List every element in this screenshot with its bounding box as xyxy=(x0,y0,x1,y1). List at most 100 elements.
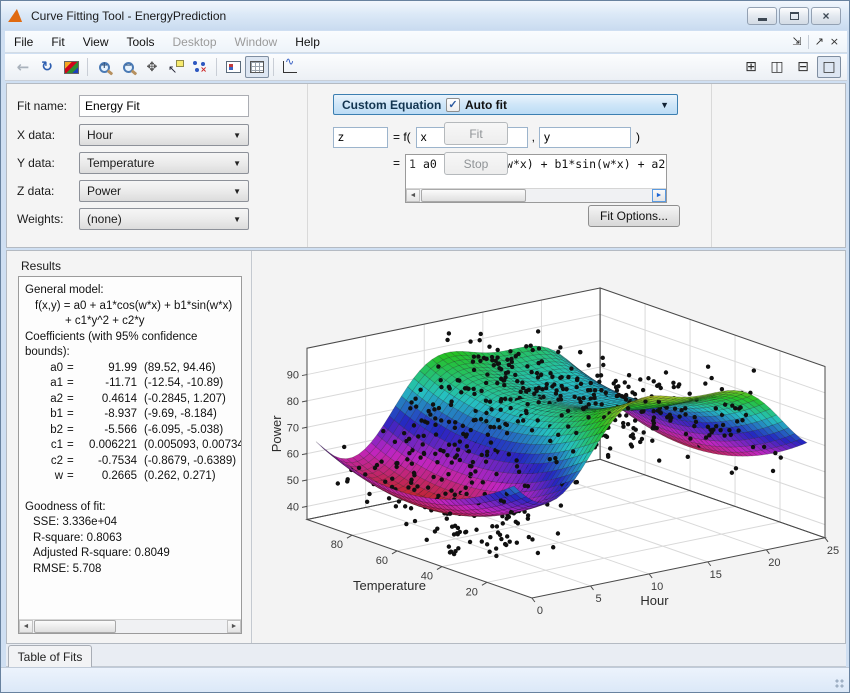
layout-hsplit-button[interactable]: ⊟ xyxy=(791,56,815,78)
rotate-3d-button[interactable]: ↻ xyxy=(35,56,59,78)
tab-table-of-fits[interactable]: Table of Fits xyxy=(8,645,92,667)
goodness-label: Goodness of fit: xyxy=(25,500,237,516)
menubar: File Fit View Tools Desktop Window Help … xyxy=(5,31,847,53)
chevron-down-icon: ▼ xyxy=(233,187,241,196)
matlab-logo-icon xyxy=(8,9,24,22)
equals-label: = xyxy=(393,156,400,170)
close-button[interactable]: × xyxy=(811,7,841,25)
stop-button[interactable]: Stop xyxy=(444,152,508,175)
pan-button[interactable]: ✥ xyxy=(140,56,164,78)
coefficient-row: a1=-11.71(-12.54, -10.89) xyxy=(25,376,237,392)
close-icon: × xyxy=(822,10,829,22)
fit-name-label: Fit name: xyxy=(17,99,79,113)
layout-vsplit-icon: ◫ xyxy=(770,59,783,75)
coefficients-label: Coefficients (with 95% confidence bounds… xyxy=(25,330,237,361)
legend-icon xyxy=(226,61,241,73)
x-data-label: X data: xyxy=(17,128,79,142)
coefficient-row: a0=91.99(89.52, 94.46) xyxy=(25,361,237,377)
scrollbar-thumb[interactable] xyxy=(34,620,116,633)
layout-2x2-button[interactable]: ⊞ xyxy=(739,56,763,78)
layout-vsplit-button[interactable]: ◫ xyxy=(765,56,789,78)
toolbar-separator xyxy=(216,58,217,76)
plot-region xyxy=(253,251,845,643)
toolbar-separator xyxy=(273,58,274,76)
goodness-item: SSE: 3.336e+04 xyxy=(25,515,237,531)
back-button[interactable]: ← xyxy=(11,56,35,78)
chevron-down-icon: ▼ xyxy=(233,131,241,140)
fit-control-section: ✓ Auto fit Fit Stop xyxy=(413,84,845,247)
legend-toggle-button[interactable] xyxy=(221,56,245,78)
weights-label: Weights: xyxy=(17,212,79,226)
layout-single-button[interactable]: □ xyxy=(817,56,841,78)
results-and-plot-panel: Results General model: f(x,y) = a0 + a1*… xyxy=(6,250,846,644)
adjust-axes-button[interactable]: ∿ xyxy=(278,56,302,78)
results-box[interactable]: General model: f(x,y) = a0 + a1*cos(w*x)… xyxy=(18,276,242,634)
minimize-button[interactable] xyxy=(747,7,777,25)
fit-button[interactable]: Fit xyxy=(444,122,508,145)
results-region: Results General model: f(x,y) = a0 + a1*… xyxy=(7,251,252,643)
titlebar[interactable]: Curve Fitting Tool - EnergyPrediction × xyxy=(1,1,849,30)
minimize-icon xyxy=(758,18,767,21)
undock-icon[interactable]: ↗ xyxy=(815,35,824,48)
layout-2x2-icon: ⊞ xyxy=(745,59,757,75)
checkbox-check-icon: ✓ xyxy=(446,98,460,112)
resize-grip[interactable] xyxy=(834,678,846,690)
dock-icon[interactable]: ⇲ xyxy=(792,35,801,48)
fit-name-input[interactable] xyxy=(79,95,249,117)
statusbar xyxy=(1,667,849,693)
data-selection-section: Fit name: X data: Hour▼ Y data: Temperat… xyxy=(7,84,308,247)
goodness-item: Adjusted R-square: 0.8049 xyxy=(25,546,237,562)
maximize-button[interactable] xyxy=(779,7,809,25)
exclude-outliers-button[interactable]: × xyxy=(188,56,212,78)
scroll-left-icon[interactable]: ◄ xyxy=(19,620,33,633)
auto-fit-checkbox[interactable]: ✓ Auto fit xyxy=(446,98,507,112)
rotate-3d-icon: ↻ xyxy=(41,59,53,75)
general-model-label: General model: xyxy=(25,283,237,299)
menu-fit[interactable]: Fit xyxy=(42,32,73,52)
x-data-dropdown[interactable]: Hour▼ xyxy=(79,124,249,146)
layout-single-icon: □ xyxy=(822,59,835,75)
close-panel-icon[interactable]: × xyxy=(830,35,839,48)
menu-separator xyxy=(808,35,809,49)
menu-help[interactable]: Help xyxy=(286,32,329,52)
tabstrip: Table of Fits xyxy=(6,644,846,667)
app-window: Curve Fitting Tool - EnergyPrediction × … xyxy=(0,0,850,693)
toolbar-separator xyxy=(87,58,88,76)
zoom-in-button[interactable]: + xyxy=(92,56,116,78)
auto-fit-label: Auto fit xyxy=(465,98,507,112)
surface-plot-canvas[interactable] xyxy=(255,252,841,642)
model-line: + c1*y^2 + c2*y xyxy=(25,314,237,330)
data-cursor-icon: ↖ xyxy=(168,60,184,74)
coefficient-row: c1=0.006221(0.005093, 0.007349) xyxy=(25,438,237,454)
menu-file[interactable]: File xyxy=(5,32,42,52)
zoom-out-button[interactable]: − xyxy=(116,56,140,78)
results-content: General model: f(x,y) = a0 + a1*cos(w*x)… xyxy=(19,277,241,581)
y-data-dropdown[interactable]: Temperature▼ xyxy=(79,152,249,174)
f-of-label: = f( xyxy=(388,130,416,144)
coefficient-row: c2=-0.7534(-0.8679, -0.6389) xyxy=(25,454,237,470)
menu-window: Window xyxy=(226,32,287,52)
data-cursor-button[interactable]: ↖ xyxy=(164,56,188,78)
menu-tools[interactable]: Tools xyxy=(117,32,163,52)
scroll-right-icon[interactable]: ► xyxy=(227,620,241,633)
results-title: Results xyxy=(21,259,61,273)
z-data-label: Z data: xyxy=(17,184,79,198)
results-hscrollbar[interactable]: ◄ ► xyxy=(19,619,241,633)
layout-hsplit-icon: ⊟ xyxy=(797,59,809,75)
window-title: Curve Fitting Tool - EnergyPrediction xyxy=(31,9,226,23)
colormap-button[interactable] xyxy=(59,56,83,78)
y-data-label: Y data: xyxy=(17,156,79,170)
menu-desktop: Desktop xyxy=(164,32,226,52)
model-line: f(x,y) = a0 + a1*cos(w*x) + b1*sin(w*x) xyxy=(25,299,237,315)
maximize-icon xyxy=(790,12,799,20)
goodness-item: RMSE: 5.708 xyxy=(25,562,237,578)
chevron-down-icon: ▼ xyxy=(233,215,241,224)
weights-dropdown[interactable]: (none)▼ xyxy=(79,208,249,230)
grid-toggle-button[interactable] xyxy=(245,56,269,78)
menu-view[interactable]: View xyxy=(74,32,118,52)
coefficient-row: w=0.2665(0.262, 0.271) xyxy=(25,469,237,485)
z-data-dropdown[interactable]: Power▼ xyxy=(79,180,249,202)
dependent-variable-input[interactable] xyxy=(333,127,388,148)
adjust-axes-icon: ∿ xyxy=(283,61,297,73)
colormap-icon xyxy=(64,61,79,74)
